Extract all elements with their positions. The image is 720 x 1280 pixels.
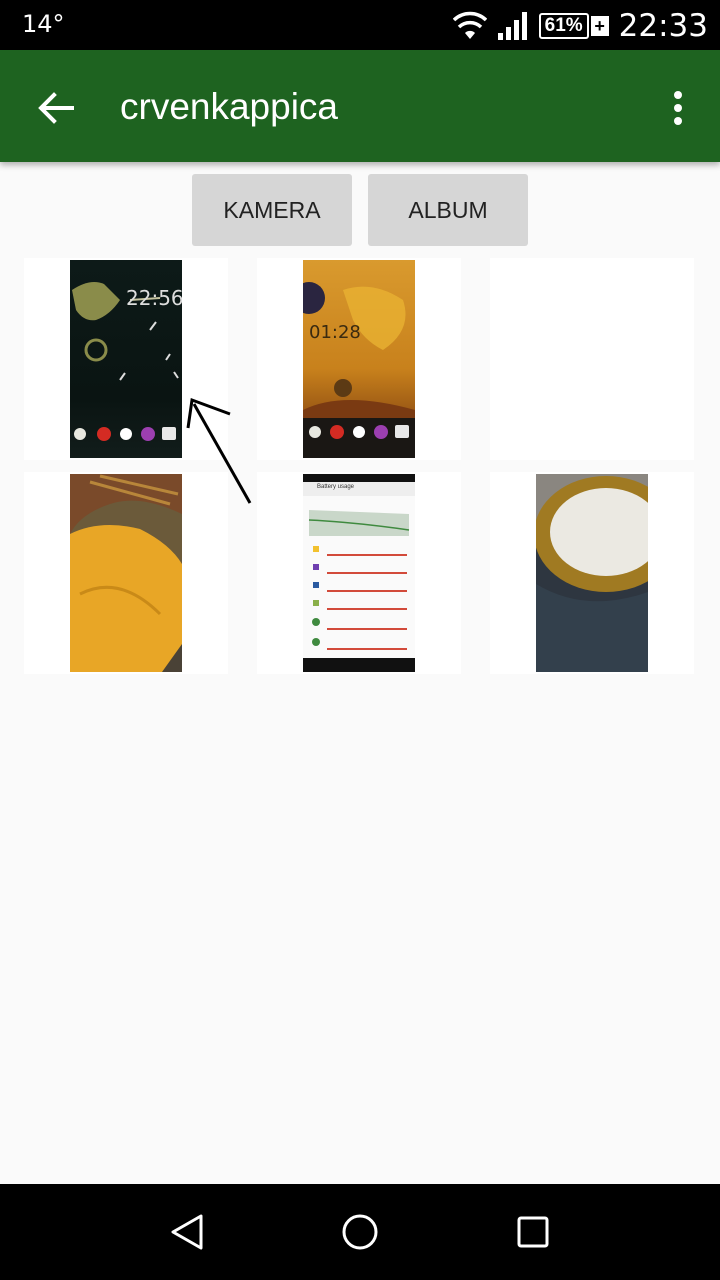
image-tile[interactable]: Battery usage bbox=[257, 472, 461, 674]
home-circle-icon bbox=[342, 1214, 378, 1250]
more-vert-icon bbox=[674, 91, 682, 125]
nav-back-button[interactable] bbox=[157, 1202, 217, 1262]
status-icons: 61% + 22:33 bbox=[452, 6, 708, 46]
screenshot-header: Battery usage bbox=[317, 484, 355, 490]
system-nav-bar bbox=[0, 1184, 720, 1280]
battery-icon: 61% + bbox=[538, 13, 609, 39]
clock: 22:33 bbox=[618, 8, 708, 44]
page-title: crvenkappica bbox=[120, 86, 339, 127]
thumbnail-image: Battery usage bbox=[303, 474, 415, 672]
charging-indicator: + bbox=[590, 16, 609, 36]
overflow-menu-button[interactable] bbox=[656, 80, 700, 136]
album-button[interactable]: ALBUM bbox=[368, 174, 528, 246]
image-tile[interactable]: 01:28 bbox=[257, 258, 461, 460]
nav-recents-button[interactable] bbox=[503, 1202, 563, 1262]
lockscreen-clock: 01:28 bbox=[309, 322, 361, 343]
temperature-indicator: 14° bbox=[22, 10, 65, 38]
wifi-icon bbox=[452, 11, 487, 39]
battery-level: 61% bbox=[538, 13, 589, 39]
thumbnail-image: 01:28 bbox=[303, 260, 415, 458]
signal-icon bbox=[497, 12, 527, 40]
back-triangle-icon bbox=[171, 1214, 203, 1250]
thumbnail-image: 22:56 bbox=[70, 260, 182, 458]
image-tile[interactable] bbox=[490, 472, 694, 674]
lockscreen-clock: 22:56 bbox=[126, 286, 182, 310]
annotation-arrow bbox=[186, 397, 252, 504]
image-tile[interactable] bbox=[490, 258, 694, 460]
thumbnail-image bbox=[70, 474, 182, 672]
back-button[interactable] bbox=[28, 80, 84, 136]
app-bar: crvenkappica bbox=[0, 50, 720, 162]
arrow-back-icon bbox=[38, 92, 74, 124]
thumbnail-image bbox=[536, 474, 648, 672]
nav-home-button[interactable] bbox=[330, 1202, 390, 1262]
recents-square-icon bbox=[517, 1216, 549, 1248]
camera-button[interactable]: KAMERA bbox=[192, 174, 352, 246]
status-bar: 14° 61% + 22:33 bbox=[0, 0, 720, 50]
action-buttons: KAMERA ALBUM bbox=[0, 174, 720, 246]
